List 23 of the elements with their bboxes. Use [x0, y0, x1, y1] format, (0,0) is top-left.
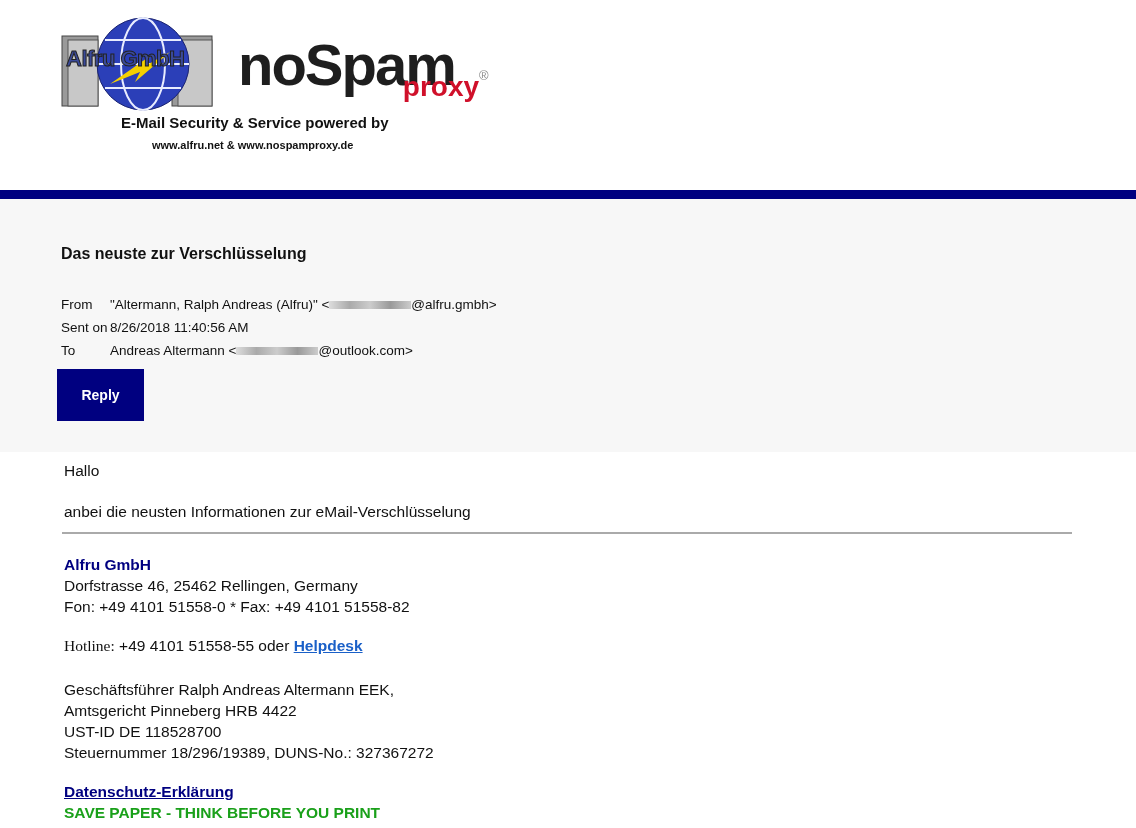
- hotline-text: Hotline: +49 4101 51558-55 oder Helpdesk: [64, 636, 364, 656]
- websites-text: www.alfru.net & www.nospamproxy.de: [152, 139, 355, 151]
- header-label: From: [61, 297, 94, 312]
- legal-line: Steuernummer 18/296/19389, DUNS-No.: 327367272: [64, 743, 435, 763]
- header-value: "Altermann, Ralph Andreas (Alfru)" < @alfru.gmbh>: [110, 297, 497, 312]
- header-value: Andreas Altermann < @outlook.com>: [110, 343, 413, 358]
- header-label: To: [61, 343, 77, 358]
- greeting-text: Hallo: [64, 462, 101, 481]
- tagline-text: E-Mail Security & Service powered by: [121, 114, 390, 131]
- legal-line: Amtsgericht Pinneberg HRB 4422: [64, 701, 298, 721]
- signature-company: Alfru GmbH: [64, 555, 152, 575]
- reply-button[interactable]: Reply: [57, 369, 144, 421]
- header-value: 8/26/2018 11:40:56 AM: [110, 320, 249, 335]
- privacy-link[interactable]: Datenschutz-Erklärung: [64, 781, 234, 802]
- legal-line: UST-ID DE 118528700: [64, 722, 223, 742]
- address-line: Fon: +49 4101 51558-0 * Fax: +49 4101 51558-82: [64, 597, 411, 617]
- address-line: Dorfstrasse 46, 25462 Rellingen, Germany: [64, 576, 359, 596]
- subject-title: Das neuste zur Verschlüsselung: [61, 245, 308, 263]
- slogan-text: SAVE PAPER - THINK BEFORE YOU PRINT: [64, 803, 382, 823]
- body-text: anbei die neusten Informationen zur eMail-Verschlüsselung: [64, 503, 472, 522]
- helpdesk-link[interactable]: Helpdesk: [293, 637, 363, 654]
- header-label: Sent on: [61, 320, 109, 335]
- legal-line: Geschäftsführer Ralph Andreas Altermann EEK,: [64, 680, 395, 700]
